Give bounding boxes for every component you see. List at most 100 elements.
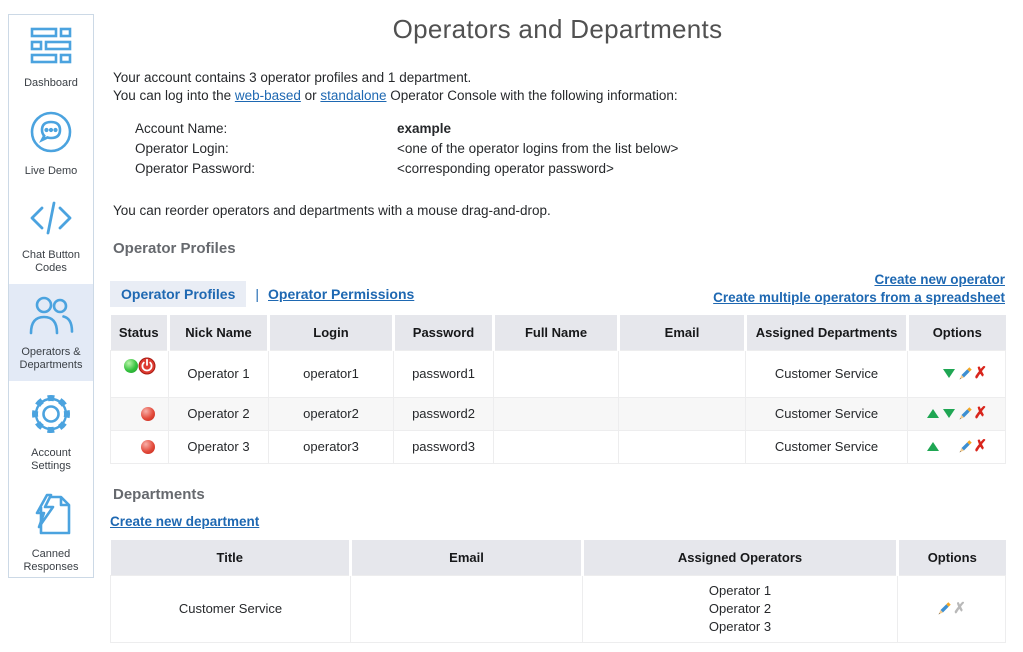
options-cell: ✗ — [908, 430, 1006, 463]
options-cell: ✗ — [908, 351, 1006, 398]
move-down-icon[interactable] — [943, 409, 955, 418]
offline-indicator-icon — [141, 407, 155, 421]
operators-table-header: Status Nick Name Login Password Full Nam… — [111, 315, 1006, 351]
tab-operator-profiles[interactable]: Operator Profiles — [110, 281, 246, 307]
nick-name-cell: Operator 2 — [169, 397, 269, 430]
col-nick-name: Nick Name — [169, 315, 269, 351]
operator-password-label: Operator Password: — [135, 159, 397, 179]
tab-operator-permissions[interactable]: Operator Permissions — [268, 286, 414, 302]
edit-pencil-icon[interactable] — [936, 601, 952, 617]
operator-row[interactable]: Operator 2 operator2 password2 Customer … — [111, 397, 1006, 430]
sidebar-item-dashboard[interactable]: Dashboard — [9, 15, 93, 99]
sidebar-item-chat-button-codes[interactable]: Chat Button Codes — [9, 187, 93, 284]
status-cell — [111, 430, 169, 463]
web-based-link[interactable]: web-based — [235, 88, 301, 103]
canned-responses-icon — [29, 493, 73, 542]
login-cell: operator3 — [269, 430, 394, 463]
department-title-cell: Customer Service — [111, 575, 351, 642]
department-email-cell — [351, 575, 583, 642]
assigned-departments-cell: Customer Service — [746, 397, 908, 430]
intro-text: Your account contains 3 operator profile… — [113, 69, 1005, 105]
code-icon — [28, 198, 74, 243]
email-cell — [619, 430, 746, 463]
sidebar-item-operators-departments[interactable]: Operators & Departments — [9, 284, 93, 381]
sidebar-item-label: Dashboard — [24, 77, 78, 90]
account-name-label: Account Name: — [135, 119, 397, 139]
department-row[interactable]: Customer Service Operator 1 Operator 2 O… — [111, 575, 1006, 642]
edit-pencil-icon[interactable] — [957, 406, 973, 422]
chat-bubble-icon — [29, 110, 73, 159]
sidebar-item-label: Account Settings — [12, 447, 90, 473]
password-cell: password2 — [394, 397, 494, 430]
assigned-operator: Operator 1 — [587, 582, 893, 600]
full-name-cell — [494, 351, 619, 398]
operator-password-row: Operator Password: <corresponding operat… — [135, 159, 1005, 179]
power-button-icon[interactable] — [138, 357, 156, 375]
create-operator-links: Create new operator Create multiple oper… — [713, 271, 1005, 307]
full-name-cell — [494, 397, 619, 430]
operator-tabs-row: Operator Profiles | Operator Permissions… — [110, 271, 1005, 307]
assigned-departments-cell: Customer Service — [746, 430, 908, 463]
col-email: Email — [619, 315, 746, 351]
page-title: Operators and Departments — [110, 14, 1005, 45]
col-options: Options — [908, 315, 1006, 351]
delete-disabled-x-icon: ✗ — [953, 600, 966, 617]
login-cell: operator1 — [269, 351, 394, 398]
nick-name-cell: Operator 3 — [169, 430, 269, 463]
intro-line-1: Your account contains 3 operator profile… — [113, 69, 1005, 87]
operator-login-value: <one of the operator logins from the lis… — [397, 139, 678, 159]
sidebar-item-canned-responses[interactable]: Canned Responses — [9, 482, 93, 583]
operator-row[interactable]: Operator 3 operator3 password3 Customer … — [111, 430, 1006, 463]
operator-password-value: <corresponding operator password> — [397, 159, 614, 179]
status-cell — [111, 351, 169, 398]
move-down-icon[interactable] — [943, 369, 955, 378]
create-new-operator-link[interactable]: Create new operator — [874, 272, 1005, 287]
intro-line-2: You can log into the web-based or standa… — [113, 87, 1005, 105]
department-options-cell: ✗ — [898, 575, 1006, 642]
edit-pencil-icon[interactable] — [957, 366, 973, 382]
create-new-department-link[interactable]: Create new department — [110, 514, 259, 529]
create-multiple-operators-link[interactable]: Create multiple operators from a spreads… — [713, 290, 1005, 305]
col-login: Login — [269, 315, 394, 351]
col-title: Title — [111, 540, 351, 576]
tab-separator: | — [255, 286, 259, 302]
nick-name-cell: Operator 1 — [169, 351, 269, 398]
options-cell: ✗ — [908, 397, 1006, 430]
password-cell: password1 — [394, 351, 494, 398]
col-options: Options — [898, 540, 1006, 576]
col-status: Status — [111, 315, 169, 351]
col-email: Email — [351, 540, 583, 576]
account-name-value: example — [397, 119, 451, 139]
delete-x-icon[interactable]: ✗ — [974, 365, 987, 382]
standalone-link[interactable]: standalone — [320, 88, 386, 103]
col-assigned-operators: Assigned Operators — [583, 540, 898, 576]
delete-x-icon[interactable]: ✗ — [974, 405, 987, 422]
operator-login-label: Operator Login: — [135, 139, 397, 159]
sidebar-item-label: Operators & Departments — [12, 346, 90, 372]
col-full-name: Full Name — [494, 315, 619, 351]
operators-icon — [27, 295, 75, 340]
edit-pencil-icon[interactable] — [957, 439, 973, 455]
operator-row[interactable]: Operator 1 operator1 password1 Customer … — [111, 351, 1006, 398]
sidebar-item-live-demo[interactable]: Live Demo — [9, 99, 93, 187]
dashboard-icon — [28, 26, 74, 71]
sidebar-item-label: Chat Button Codes — [12, 249, 90, 275]
sidebar: Dashboard Live Demo Chat Button Codes — [8, 14, 94, 578]
departments-heading: Departments — [113, 486, 1005, 503]
sidebar-item-account-settings[interactable]: Account Settings — [9, 381, 93, 482]
move-up-icon[interactable] — [927, 442, 939, 451]
assigned-operator: Operator 3 — [587, 618, 893, 636]
operators-table: Status Nick Name Login Password Full Nam… — [110, 315, 1006, 464]
email-cell — [619, 397, 746, 430]
move-up-icon[interactable] — [927, 409, 939, 418]
full-name-cell — [494, 430, 619, 463]
delete-x-icon[interactable]: ✗ — [974, 438, 987, 455]
offline-indicator-icon — [141, 440, 155, 454]
sidebar-item-label: Live Demo — [25, 165, 78, 178]
password-cell: password3 — [394, 430, 494, 463]
assigned-departments-cell: Customer Service — [746, 351, 908, 398]
col-assigned-departments: Assigned Departments — [746, 315, 908, 351]
status-cell — [111, 397, 169, 430]
account-info: Account Name: example Operator Login: <o… — [135, 119, 1005, 179]
departments-table-header: Title Email Assigned Operators Options — [111, 540, 1006, 576]
